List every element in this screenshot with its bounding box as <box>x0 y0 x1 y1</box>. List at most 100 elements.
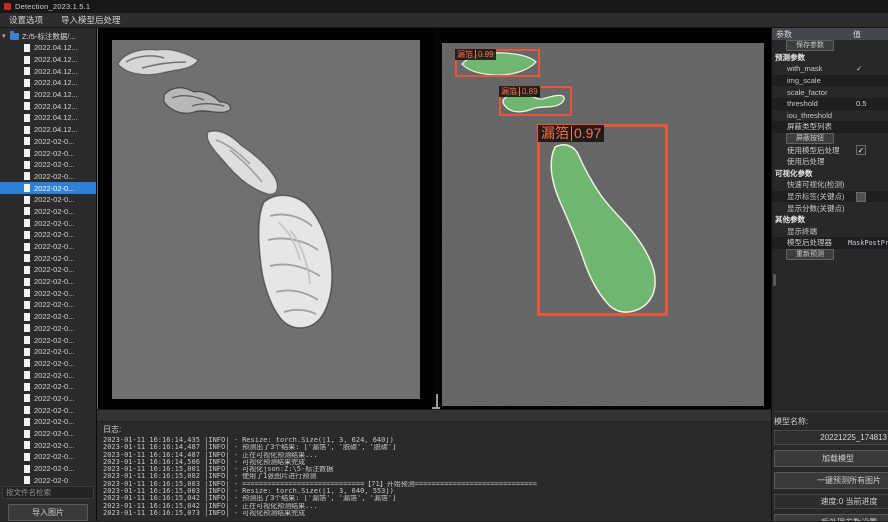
filename-search-input[interactable] <box>2 486 94 499</box>
param-row[interactable]: threshold 0.5 <box>772 98 888 110</box>
tree-item[interactable]: 2022-02-0... <box>0 241 96 253</box>
file-icon <box>24 418 30 426</box>
tree-item[interactable]: 2022-02-0... <box>0 206 96 218</box>
tree-item[interactable]: 2022-02-0... <box>0 439 96 451</box>
tree-item-label: 2022-02-0... <box>34 336 74 345</box>
file-icon <box>24 91 30 99</box>
tree-item[interactable]: 2022-02-0... <box>0 416 96 428</box>
detection-box: 漏箔0.89 <box>499 86 572 116</box>
file-icon <box>24 137 30 145</box>
tree-item[interactable]: 2022-02-0... <box>0 182 96 194</box>
tree-item[interactable]: 2022-02-0... <box>0 287 96 299</box>
tree-item[interactable]: 2022-02-0... <box>0 381 96 393</box>
tree-item[interactable]: 2022-02-0... <box>0 217 96 229</box>
tree-item[interactable]: 2022-02-0... <box>0 276 96 288</box>
tree-item-label: 2022-02-0... <box>34 195 74 204</box>
menu-item[interactable]: 导入模型后处理 <box>52 13 130 27</box>
param-row[interactable]: 使用模型后处理 ✓ <box>772 144 888 156</box>
tree-item[interactable]: 2022-02-0... <box>0 171 96 183</box>
param-row[interactable]: 显示标签(关键点) <box>772 191 888 203</box>
tree-item[interactable]: 2022-02-0... <box>0 346 96 358</box>
param-row[interactable]: 模型后处理器 MaskPostPro <box>772 237 888 249</box>
tree-item[interactable]: 2022.04.12... <box>0 100 96 112</box>
model-section: 模型名称: 20221225_174813 加载模型 一键预测所有图片 速度:0… <box>774 411 888 521</box>
tree-item-label: 2022-02-0... <box>34 184 74 193</box>
param-row[interactable]: 重新预测 <box>772 249 888 261</box>
param-label: 显示标签(关键点) <box>787 191 845 202</box>
params-col-header: 参数 <box>776 29 792 40</box>
tree-item[interactable]: 2022.04.12... <box>0 124 96 136</box>
param-row[interactable]: with_mask ✓ <box>772 63 888 75</box>
param-row[interactable]: 快速可视化(检测) <box>772 179 888 191</box>
tree-item[interactable]: 2022-02-0... <box>0 451 96 463</box>
tree-item-label: 2022-02-0... <box>34 312 74 321</box>
tree-item[interactable]: 2022-02-0... <box>0 311 96 323</box>
tree-item[interactable]: 2022.04.12... <box>0 54 96 66</box>
tree-item[interactable]: 2022-02-0... <box>0 136 96 148</box>
tree-item[interactable]: 2022-02-0... <box>0 299 96 311</box>
tree-item[interactable]: 2022-02-0... <box>0 147 96 159</box>
log-line: 2023-01-11 16:16:15,042 |INFO| - 正在可视化预测… <box>103 503 765 510</box>
splitter-handle-icon[interactable] <box>436 394 438 409</box>
tree-item[interactable]: 2022-02-0... <box>0 463 96 475</box>
tree-item-label: 2022-02-0... <box>34 300 74 309</box>
log-splitter[interactable] <box>97 409 771 422</box>
model-name-field[interactable]: 20221225_174813 <box>774 430 888 445</box>
center-area: 漏箔0.99漏箔0.89漏箔0.97 日志: 2023-01-11 16:16:… <box>97 28 771 521</box>
tree-item[interactable]: 2022.04.12... <box>0 65 96 77</box>
import-images-button[interactable]: 导入图片 <box>8 504 88 521</box>
param-row[interactable]: scale_factor <box>772 86 888 98</box>
param-row[interactable]: 屏蔽按钮 <box>772 133 888 145</box>
load-model-button[interactable]: 加载模型 <box>774 450 888 467</box>
file-icon <box>24 207 30 215</box>
tree-item[interactable]: 2022-02-0... <box>0 369 96 381</box>
source-image-viewer[interactable] <box>98 28 434 409</box>
tree-item[interactable]: 2022-02-0... <box>0 229 96 241</box>
param-row[interactable]: 使用后处理 <box>772 156 888 168</box>
param-row[interactable]: 保存参数 <box>772 40 888 52</box>
param-row[interactable]: 可视化参数 <box>772 168 888 180</box>
file-icon <box>24 278 30 286</box>
prediction-image-viewer[interactable]: 漏箔0.99漏箔0.89漏箔0.97 <box>440 28 771 409</box>
predict-all-button[interactable]: 一键预测所有图片 <box>774 472 888 489</box>
tree-item[interactable]: 2022-02-0... <box>0 393 96 405</box>
param-row[interactable]: 显示分数(关键点) <box>772 202 888 214</box>
file-icon <box>24 172 30 180</box>
tree-item[interactable]: 2022-02-0... <box>0 194 96 206</box>
tree-item[interactable]: 2022-02-0 <box>0 474 96 484</box>
tree-item[interactable]: 2022.04.12... <box>0 112 96 124</box>
file-icon <box>24 79 30 87</box>
tree-item[interactable]: 2022-02-0... <box>0 264 96 276</box>
tree-item[interactable]: 2022-02-0... <box>0 334 96 346</box>
tree-item-label: 2022.04.12... <box>34 113 78 122</box>
params-scrollbar[interactable] <box>773 274 776 286</box>
param-row[interactable]: 预测参数 <box>772 52 888 64</box>
tree-item[interactable]: 2022.04.12... <box>0 89 96 101</box>
tree-item[interactable]: 2022.04.12... <box>0 77 96 89</box>
expand-arrow-icon[interactable]: ▾ <box>2 32 10 40</box>
tree-item[interactable]: 2022-02-0... <box>0 252 96 264</box>
log-line: 2023-01-11 16:16:14,487 |INFO| - 预测出了3个结… <box>103 444 765 451</box>
tree-root-folder[interactable]: ▾ Z:/5-标注数据/... <box>0 30 96 42</box>
menu-item[interactable]: 设置选项 <box>0 13 52 27</box>
param-row[interactable]: 其他参数 <box>772 214 888 226</box>
tree-item[interactable]: 2022-02-0... <box>0 404 96 416</box>
tree-item[interactable]: 2022.04.12... <box>0 42 96 54</box>
tree-item-label: 2022-02-0... <box>34 277 74 286</box>
tree-item[interactable]: 2022-02-0... <box>0 358 96 370</box>
param-row[interactable]: 显示终端 <box>772 226 888 238</box>
file-icon <box>24 231 30 239</box>
tree-item[interactable]: 2022-02-0... <box>0 159 96 171</box>
log-line: 2023-01-11 16:16:15,073 |INFO| - 可视化预测结果… <box>103 510 765 517</box>
param-value: ✓ <box>856 64 862 73</box>
log-line: 2023-01-11 16:16:15,042 |INFO| - 预测出了3个结… <box>103 495 765 502</box>
param-row[interactable]: iou_threshold <box>772 110 888 122</box>
param-row[interactable]: img_scale <box>772 75 888 87</box>
menu-bar: 设置选项 导入模型后处理 <box>0 13 888 28</box>
tree-item-label: 2022.04.12... <box>34 55 78 64</box>
param-label: 重新预测 <box>786 249 834 260</box>
param-row[interactable]: 屏蔽类型列表 <box>772 121 888 133</box>
tree-item[interactable]: 2022-02-0... <box>0 428 96 440</box>
tree-item[interactable]: 2022-02-0... <box>0 323 96 335</box>
postprocess-settings-button[interactable]: 后处理参数设置 <box>774 514 888 521</box>
